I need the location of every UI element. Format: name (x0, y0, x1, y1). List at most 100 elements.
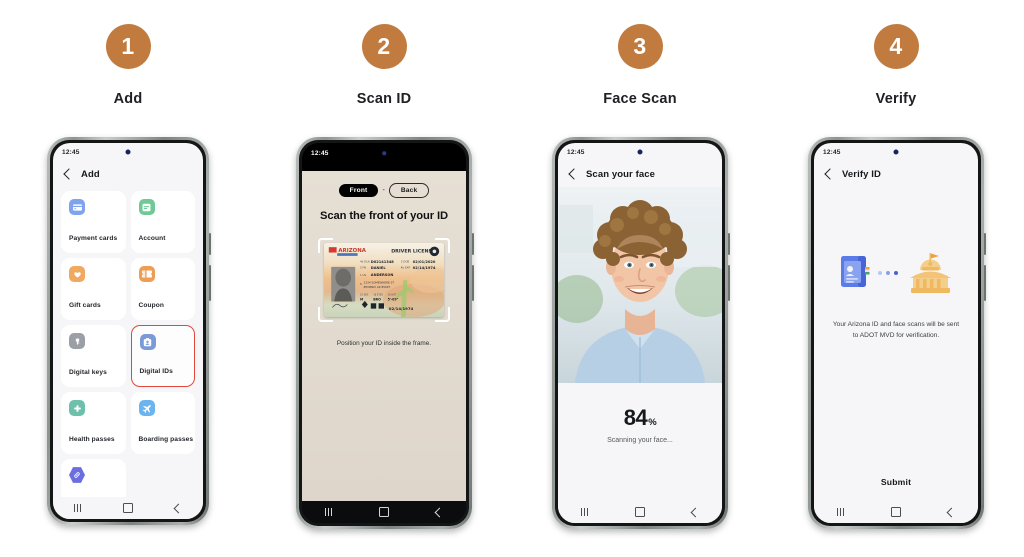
scan-status-text: Scanning your face... (607, 437, 673, 444)
home-icon[interactable] (635, 507, 646, 517)
toggle-back-option[interactable]: Back (388, 183, 430, 198)
back-chevron-icon[interactable] (568, 168, 580, 180)
progress-unit: % (648, 417, 657, 428)
gift-heart-icon (69, 266, 85, 282)
android-nav-bar (558, 501, 722, 523)
front-camera-icon (637, 149, 643, 155)
id-capture-frame: ARIZONA DRIVER LICENSE 4d DLN 3 DOB 2 FN… (318, 238, 450, 322)
page-title: Scan your face (586, 168, 655, 180)
android-nav-bar (814, 501, 978, 523)
phone-bezel: 12:45 Front - Back Scan the front of you… (299, 140, 469, 526)
key-icon (69, 333, 85, 349)
id-document-to-government-building-icon (837, 249, 955, 302)
svg-text:DRIVER LICENSE: DRIVER LICENSE (391, 249, 435, 255)
status-bar: 12:45 (558, 143, 722, 161)
phone-screen-add: 12:45 Add Payment cards Account Gift car… (53, 143, 203, 519)
health-cross-icon (69, 400, 85, 416)
submit-button[interactable]: Submit (881, 477, 911, 487)
phone-side-button-volume (984, 233, 986, 255)
tile-label: Digital keys (69, 369, 107, 376)
svg-text:02/14/1974: 02/14/1974 (389, 306, 414, 311)
tile-account[interactable]: Account (130, 191, 195, 253)
status-time: 12:45 (311, 149, 329, 157)
front-camera-icon (382, 151, 386, 155)
step-4-verify: 4 Verify 12:45 Verify ID Your Arizona ID… (776, 24, 1016, 529)
step-badge-2: 2 (361, 24, 407, 69)
status-time: 12:45 (823, 148, 841, 156)
tile-label: Account (138, 235, 166, 242)
tile-digital-ids[interactable]: Digital IDs (130, 325, 195, 387)
home-icon[interactable] (379, 507, 390, 517)
credit-card-icon (69, 199, 85, 215)
phone-side-button-power (984, 265, 986, 301)
airplane-icon (138, 400, 155, 416)
phone-bezel: 12:45 Verify ID Your Arizona ID and face… (811, 140, 981, 526)
link-hex-icon (69, 467, 85, 483)
step-3-face-scan: 3 Face Scan 12:45 Scan your face 84% Sca… (520, 24, 760, 529)
recent-apps-icon[interactable] (581, 508, 589, 516)
svg-text:BRO: BRO (373, 297, 381, 301)
tile-health-passes[interactable]: Health passes (61, 392, 126, 454)
phone-side-button-volume (728, 233, 730, 255)
tile-coupon[interactable]: Coupon (130, 258, 195, 320)
tile-label: Boarding passes (138, 436, 194, 443)
camera-scan-view: 12:45 Front - Back Scan the front of you… (302, 143, 466, 501)
back-icon[interactable] (434, 507, 445, 517)
recent-apps-icon[interactable] (325, 508, 333, 516)
phone-bezel: 12:45 Add Payment cards Account Gift car… (50, 140, 206, 522)
tile-payment-cards[interactable]: Payment cards (61, 191, 126, 253)
phone-screen-scan-id: 12:45 Front - Back Scan the front of you… (302, 143, 466, 523)
page-title: Add (81, 168, 100, 180)
progress-number: 84 (623, 405, 648, 430)
tile-label: Digital IDs (139, 368, 173, 375)
tile-label: Payment cards (69, 235, 118, 242)
svg-text:15 SEX: 15 SEX (360, 294, 369, 297)
tile-gift-cards[interactable]: Gift cards (61, 258, 126, 320)
toggle-front-option[interactable]: Front (338, 184, 379, 197)
svg-text:18 EYES: 18 EYES (373, 294, 383, 297)
onboarding-steps-board: 1 Add 12:45 Add Payment cards Account Gi… (0, 0, 1024, 557)
svg-text:2 FN: 2 FN (360, 266, 366, 270)
front-camera-icon (893, 149, 899, 155)
tile-boarding-passes[interactable]: Boarding passes (130, 392, 195, 454)
step-label-4: Verify (875, 91, 917, 107)
back-chevron-icon[interactable] (63, 168, 75, 180)
phone-bezel: 12:45 Scan your face 84% Scanning your f… (555, 140, 725, 526)
back-icon[interactable] (173, 503, 184, 513)
phone-side-button-power (472, 265, 474, 301)
svg-text:3 DOB: 3 DOB (401, 260, 410, 264)
tile-linked-item[interactable] (61, 459, 126, 497)
step-label-3: Face Scan (603, 91, 677, 107)
tile-label: Coupon (138, 302, 165, 309)
phone-mockup-face-scan: 12:45 Scan your face 84% Scanning your f… (552, 137, 730, 529)
app-bar: Scan your face (558, 161, 722, 187)
page-title: Verify ID (842, 168, 881, 180)
svg-text:02/01/2020: 02/01/2020 (413, 260, 436, 264)
back-chevron-icon[interactable] (824, 168, 836, 180)
recent-apps-icon[interactable] (837, 508, 845, 516)
account-card-icon (138, 199, 155, 215)
step-badge-4: 4 (873, 24, 919, 69)
id-side-toggle[interactable]: Front - Back (338, 183, 430, 198)
svg-text:4b EXP: 4b EXP (401, 266, 411, 270)
step-1-add: 1 Add 12:45 Add Payment cards Account Gi… (8, 24, 248, 525)
scan-hint-text: Position your ID inside the frame. (336, 340, 432, 347)
phone-side-button-volume (209, 233, 211, 255)
svg-text:M: M (360, 297, 363, 301)
recent-apps-icon[interactable] (73, 504, 82, 512)
svg-text:PHOENIX AZ 85007: PHOENIX AZ 85007 (364, 285, 391, 289)
phone-screen-verify: 12:45 Verify ID Your Arizona ID and face… (814, 143, 978, 523)
scan-heading: Scan the front of your ID (319, 210, 449, 222)
svg-text:02/14/1974: 02/14/1974 (413, 266, 436, 270)
home-icon[interactable] (123, 503, 134, 513)
phone-mockup-verify: 12:45 Verify ID Your Arizona ID and face… (808, 137, 986, 529)
scan-progress-value: 84% (558, 405, 722, 431)
back-icon[interactable] (690, 507, 701, 517)
coupon-ticket-icon (138, 266, 155, 282)
back-icon[interactable] (946, 507, 957, 517)
status-bar: 12:45 (53, 143, 203, 161)
home-icon[interactable] (891, 507, 902, 517)
svg-text:DANIEL: DANIEL (371, 266, 387, 270)
svg-text:4d DLN: 4d DLN (360, 260, 370, 264)
tile-digital-keys[interactable]: Digital keys (61, 325, 126, 387)
